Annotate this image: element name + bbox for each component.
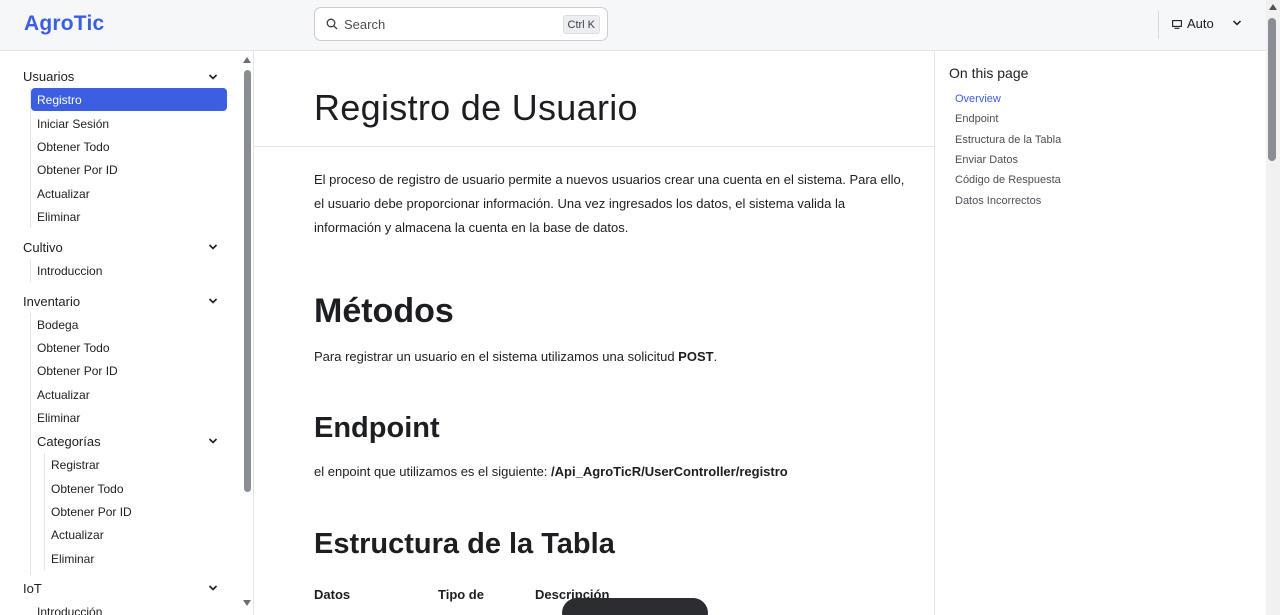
table-header-tipo: Tipo de <box>438 587 484 602</box>
toc-item-estructura[interactable]: Estructura de la Tabla <box>955 134 1061 146</box>
sidebar-section-usuarios[interactable]: Usuarios <box>23 69 74 84</box>
chevron-down-icon[interactable] <box>207 71 219 83</box>
sidebar-section-iot[interactable]: IoT <box>23 581 42 596</box>
sidebar-item-actualizar[interactable]: Actualizar <box>37 186 90 202</box>
monitor-icon <box>1172 20 1182 29</box>
metodos-text: Para registrar un usuario en el sistema … <box>314 349 679 364</box>
page-title: Registro de Usuario <box>314 87 638 128</box>
sidebar-item-obtener-por-id[interactable]: Obtener Por ID <box>37 162 118 178</box>
table-of-contents: On this page Overview Endpoint Estructur… <box>934 51 1266 615</box>
endpoint-text: el enpoint que utilizamos es el siguient… <box>314 464 552 479</box>
floating-toolbar[interactable] <box>562 598 708 615</box>
sidebar-item-introduccion[interactable]: Introduccion <box>37 263 102 279</box>
chevron-down-icon[interactable] <box>207 241 219 253</box>
toc-item-endpoint[interactable]: Endpoint <box>955 113 998 125</box>
sidebar-item-obtener-todo[interactable]: Obtener Todo <box>51 481 124 497</box>
main-content: Registro de Usuario El proceso de regist… <box>254 51 934 615</box>
toc-item-datos-incorrectos[interactable]: Datos Incorrectos <box>955 195 1041 207</box>
sidebar: Usuarios Registro Iniciar Sesión Obtener… <box>4 51 254 615</box>
search-placeholder: Search <box>344 17 386 32</box>
theme-selector[interactable]: Auto <box>1172 16 1242 34</box>
window-scroll-up-arrow[interactable] <box>1269 4 1277 10</box>
window-scrollbar-thumb[interactable] <box>1268 18 1276 161</box>
sidebar-scrollbar[interactable] <box>244 70 251 492</box>
sidebar-item-registrar[interactable]: Registrar <box>51 457 100 473</box>
sidebar-item-actualizar[interactable]: Actualizar <box>51 527 104 543</box>
sidebar-item-obtener-por-id[interactable]: Obtener Por ID <box>37 363 118 379</box>
top-navbar: AgroTic Search Ctrl K Auto <box>0 0 1266 51</box>
toc-item-overview[interactable]: Overview <box>955 93 1001 105</box>
toc-item-codigo-respuesta[interactable]: Código de Respuesta <box>955 174 1061 186</box>
sidebar-item-eliminar[interactable]: Eliminar <box>37 410 80 426</box>
sidebar-item-obtener-todo[interactable]: Obtener Todo <box>37 139 110 155</box>
nav-guide-line <box>44 453 45 570</box>
sidebar-item-iniciar-sesion[interactable]: Iniciar Sesión <box>37 116 109 132</box>
sidebar-item-eliminar[interactable]: Eliminar <box>51 551 94 567</box>
heading-estructura-tabla: Estructura de la Tabla <box>314 528 615 560</box>
heading-endpoint: Endpoint <box>314 412 440 444</box>
sidebar-item-bodega[interactable]: Bodega <box>37 317 78 333</box>
scroll-up-arrow[interactable] <box>243 57 251 63</box>
toc-title: On this page <box>949 65 1029 81</box>
sidebar-item-actualizar[interactable]: Actualizar <box>37 387 90 403</box>
sidebar-section-inventario[interactable]: Inventario <box>23 294 80 309</box>
title-divider <box>254 146 934 147</box>
sidebar-section-categorias[interactable]: Categorías <box>37 434 101 449</box>
search-shortcut: Ctrl K <box>562 15 600 34</box>
header-divider <box>1158 11 1159 39</box>
sidebar-item-introduccion-iot[interactable]: Introducción <box>37 604 102 615</box>
chevron-down-icon[interactable] <box>207 295 219 307</box>
chevron-down-icon[interactable] <box>207 582 219 594</box>
endpoint-paragraph: el enpoint que utilizamos es el siguient… <box>314 460 914 484</box>
http-method: POST <box>678 349 714 364</box>
sidebar-section-cultivo[interactable]: Cultivo <box>23 240 63 255</box>
chevron-down-icon <box>1232 20 1242 26</box>
brand-logo[interactable]: AgroTic <box>24 12 104 36</box>
heading-metodos: Métodos <box>314 292 454 330</box>
nav-guide-line <box>30 313 31 575</box>
chevron-down-icon[interactable] <box>207 435 219 447</box>
metodos-suffix: . <box>713 349 718 364</box>
endpoint-path: /Api_AgroTicR/UserController/registro <box>551 464 788 479</box>
sidebar-item-eliminar[interactable]: Eliminar <box>37 209 80 225</box>
sidebar-item-obtener-por-id[interactable]: Obtener Por ID <box>51 504 132 520</box>
toc-item-enviar-datos[interactable]: Enviar Datos <box>955 154 1018 166</box>
table-header-datos: Datos <box>314 587 351 602</box>
intro-paragraph: El proceso de registro de usuario permit… <box>314 172 905 235</box>
scroll-down-arrow[interactable] <box>243 600 251 606</box>
sidebar-item-registro[interactable]: Registro <box>31 88 227 111</box>
search-icon <box>326 18 338 30</box>
sidebar-item-obtener-todo[interactable]: Obtener Todo <box>37 340 110 356</box>
metodos-paragraph: Para registrar un usuario en el sistema … <box>314 345 914 369</box>
theme-label: Auto <box>1187 16 1214 31</box>
search-button[interactable]: Search Ctrl K <box>314 7 608 41</box>
nav-guide-line <box>30 259 31 282</box>
